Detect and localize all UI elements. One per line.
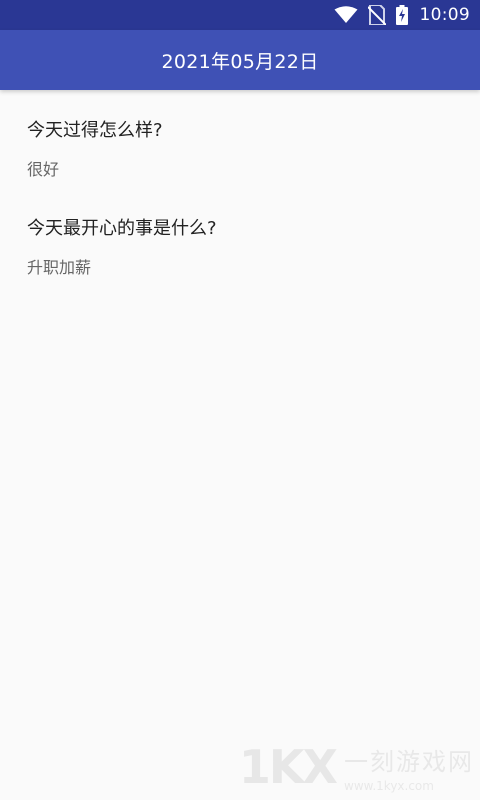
battery-charging-icon bbox=[395, 5, 408, 25]
answer-text: 很好 bbox=[27, 160, 60, 179]
diary-entry-happiest: 今天最开心的事是什么? 升职加薪 bbox=[27, 214, 217, 278]
watermark-url: www.1kyx.com bbox=[344, 778, 434, 793]
status-bar: 10:09 bbox=[0, 0, 480, 30]
watermark: 1KX 一刻游戏网 www.1kyx.com bbox=[239, 740, 474, 794]
answer-text: 升职加薪 bbox=[27, 258, 92, 277]
status-icons: 10:09 bbox=[324, 0, 471, 30]
question-text: 今天过得怎么样? bbox=[27, 120, 163, 141]
question-text: 今天最开心的事是什么? bbox=[27, 218, 217, 239]
app-bar: 2021年05月22日 bbox=[0, 30, 480, 90]
diary-entry-mood: 今天过得怎么样? 很好 bbox=[27, 116, 163, 180]
status-time: 10:09 bbox=[419, 5, 470, 25]
watermark-text: 一刻游戏网 bbox=[344, 747, 474, 776]
watermark-logo: 1KX bbox=[238, 740, 338, 794]
wifi-icon bbox=[334, 6, 358, 24]
page-title: 2021年05月22日 bbox=[161, 50, 319, 73]
no-sim-icon bbox=[367, 5, 386, 25]
